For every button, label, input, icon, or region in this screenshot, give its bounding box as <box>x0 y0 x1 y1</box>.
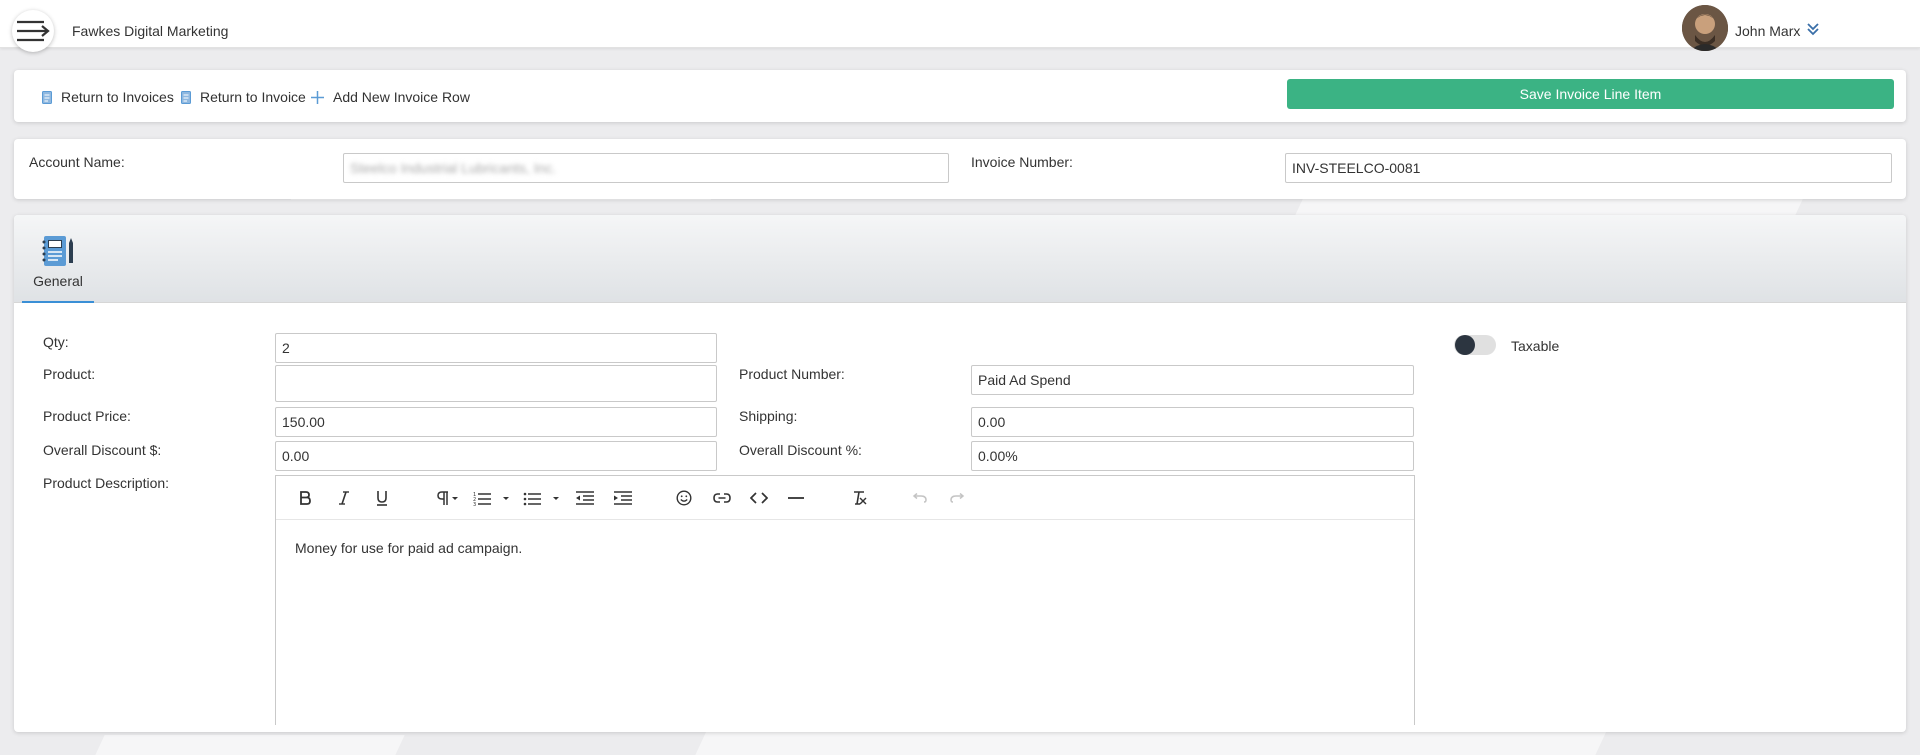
qty-label: Qty: <box>43 334 69 350</box>
menu-toggle-button[interactable] <box>12 10 54 52</box>
taxable-label: Taxable <box>1511 338 1560 354</box>
save-invoice-line-item-button[interactable]: Save Invoice Line Item <box>1287 79 1894 109</box>
double-chevron-down-icon[interactable] <box>1806 22 1820 39</box>
link-icon[interactable] <box>711 486 733 510</box>
return-to-invoice-link[interactable]: Return to Invoice <box>181 89 306 105</box>
redo-icon[interactable] <box>947 486 969 510</box>
product-description-label: Product Description: <box>43 475 170 491</box>
return-to-invoices-label: Return to Invoices <box>61 89 174 105</box>
hamburger-arrow-icon <box>17 20 50 42</box>
tab-general-label: General <box>33 273 83 289</box>
code-icon[interactable] <box>748 486 770 510</box>
notebook-icon <box>42 236 73 266</box>
product-price-label: Product Price: <box>43 408 131 424</box>
italic-icon[interactable] <box>333 486 355 510</box>
action-toolbar: Return to Invoices Return to Invoice Add… <box>14 70 1906 122</box>
editor-toolbar: 123 <box>276 476 1414 520</box>
document-icon <box>181 90 191 104</box>
emoji-icon[interactable] <box>673 486 695 510</box>
product-field[interactable] <box>275 365 717 402</box>
overall-discount-amount-label: Overall Discount $: <box>43 442 162 458</box>
user-name[interactable]: John Marx <box>1735 23 1800 39</box>
horizontal-rule-icon[interactable] <box>785 486 807 510</box>
indent-icon[interactable] <box>611 486 635 510</box>
top-bar: Fawkes Digital Marketing John Marx <box>0 0 1920 52</box>
invoice-number-field[interactable] <box>1285 153 1892 183</box>
bullet-list-icon[interactable] <box>522 486 562 510</box>
svg-text:3: 3 <box>473 502 476 506</box>
shipping-field[interactable] <box>971 407 1414 437</box>
overall-discount-percent-field[interactable] <box>971 441 1414 471</box>
account-info-card: Account Name: Steelco Industrial Lubrica… <box>14 139 1906 199</box>
paragraph-format-icon[interactable] <box>434 486 460 510</box>
company-name: Fawkes Digital Marketing <box>72 23 229 39</box>
bold-icon[interactable] <box>294 486 316 510</box>
return-to-invoice-label: Return to Invoice <box>200 89 306 105</box>
product-number-field[interactable] <box>971 365 1414 395</box>
tab-general[interactable]: General <box>22 235 94 303</box>
return-to-invoices-link[interactable]: Return to Invoices <box>42 89 174 105</box>
account-name-label: Account Name: <box>29 154 125 170</box>
overall-discount-percent-label: Overall Discount %: <box>739 442 862 458</box>
ordered-list-icon[interactable]: 123 <box>472 486 512 510</box>
product-description-editor[interactable]: 123 Money for use for paid ad campaign. <box>275 475 1415 725</box>
shipping-label: Shipping: <box>739 408 798 424</box>
account-name-field[interactable]: Steelco Industrial Lubricants, Inc. <box>343 153 949 183</box>
line-item-form-card: General Qty: Product: Product Price: Ove… <box>14 215 1906 732</box>
product-label: Product: <box>43 366 96 382</box>
add-new-invoice-row-label: Add New Invoice Row <box>333 89 470 105</box>
taxable-toggle[interactable] <box>1454 335 1496 355</box>
avatar[interactable] <box>1682 5 1728 51</box>
qty-field[interactable] <box>275 333 717 363</box>
product-price-field[interactable] <box>275 407 717 437</box>
underline-icon[interactable] <box>371 486 393 510</box>
invoice-number-label: Invoice Number: <box>971 154 1073 170</box>
add-new-invoice-row-link[interactable]: Add New Invoice Row <box>311 89 470 105</box>
product-number-label: Product Number: <box>739 366 845 382</box>
editor-content[interactable]: Money for use for paid ad campaign. <box>295 540 522 556</box>
plus-icon <box>311 90 324 104</box>
account-name-value: Steelco Industrial Lubricants, Inc. <box>350 160 557 176</box>
toggle-knob <box>1455 335 1475 355</box>
clear-formatting-icon[interactable] <box>848 486 870 510</box>
outdent-icon[interactable] <box>573 486 597 510</box>
document-icon <box>42 90 52 104</box>
overall-discount-amount-field[interactable] <box>275 441 717 471</box>
tab-bar: General <box>14 215 1906 303</box>
undo-icon[interactable] <box>908 486 930 510</box>
